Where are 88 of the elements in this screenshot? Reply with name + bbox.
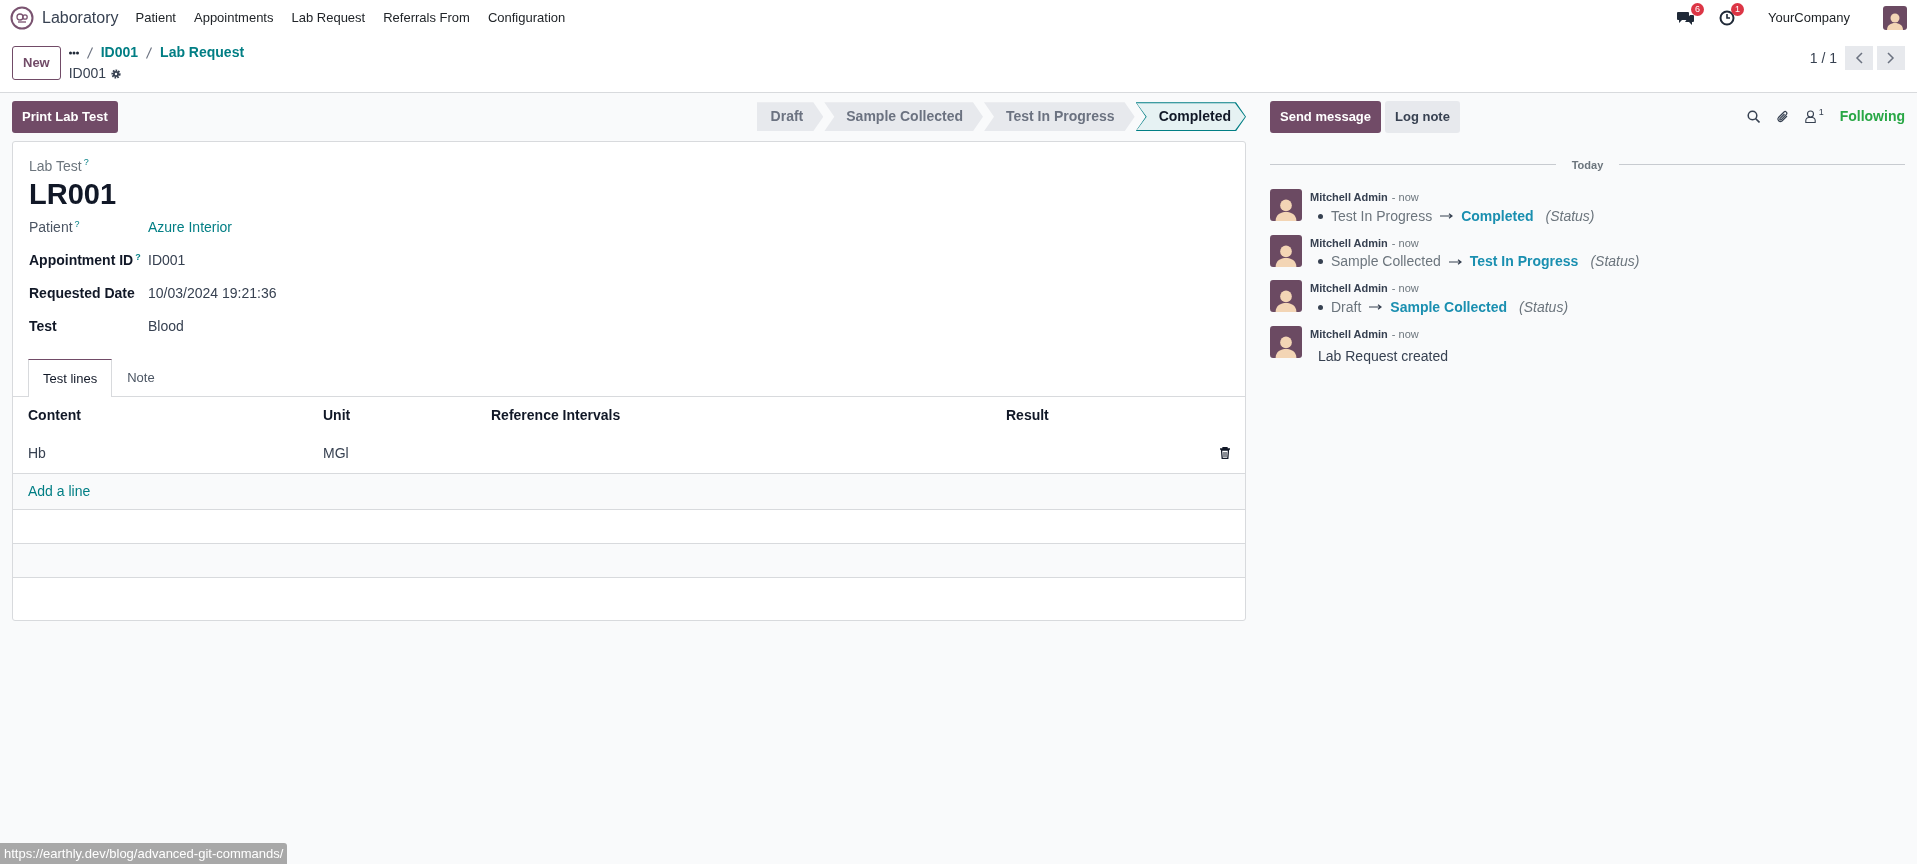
menu-item[interactable]: Configuration: [478, 8, 575, 28]
old-value: Draft: [1331, 297, 1362, 317]
activity-count-badge: 1: [1731, 3, 1745, 16]
add-line-link[interactable]: Add a line: [28, 482, 91, 499]
record-name: ID001: [68, 64, 107, 83]
author-name: Mitchell Admin: [1310, 190, 1388, 205]
author-name: Mitchell Admin: [1310, 326, 1388, 342]
message-time: - now: [1391, 235, 1419, 251]
breadcrumb-link[interactable]: Lab Request: [160, 42, 245, 63]
person-icon[interactable]: [1804, 110, 1816, 124]
date-separator: Today: [1571, 157, 1604, 173]
status-stage[interactable]: Sample Collected: [824, 102, 983, 132]
field-label: Requested Date: [29, 285, 135, 302]
new-value: Sample Collected: [1390, 297, 1508, 317]
ellipsis-icon[interactable]: [68, 50, 79, 55]
author-avatar: [1270, 234, 1302, 267]
right-arrow-icon: [1448, 258, 1462, 265]
field-value: ID001: [148, 251, 186, 271]
company-switcher[interactable]: YourCompany: [1759, 8, 1859, 28]
field-value: Blood: [148, 317, 184, 337]
log-note-button[interactable]: Log note: [1385, 101, 1460, 133]
field-link[interactable]: Azure Interior: [148, 217, 233, 239]
column-header: Reference Intervals: [490, 405, 622, 425]
menu-item[interactable]: Patient: [126, 8, 185, 28]
tracked-field: (Status): [1519, 296, 1569, 318]
bullet-icon: [1318, 259, 1323, 264]
app-name[interactable]: Laboratory: [42, 6, 119, 30]
chevron-left-icon: [1855, 52, 1863, 64]
field-label: Appointment ID: [29, 252, 134, 269]
status-stage[interactable]: Completed: [1135, 102, 1246, 132]
tracked-field: (Status): [1545, 205, 1595, 227]
author-avatar: [1270, 325, 1302, 358]
app-logo-icon[interactable]: [10, 6, 34, 30]
breadcrumb-link[interactable]: ID001: [100, 42, 139, 63]
column-header: Result: [1005, 405, 1050, 425]
print-button[interactable]: Print Lab Test: [12, 101, 118, 133]
bullet-icon: [1318, 213, 1323, 219]
slash-separator-icon: [146, 46, 153, 59]
message-time: - now: [1391, 190, 1419, 205]
tab[interactable]: Note: [112, 359, 170, 396]
chat-icon[interactable]: [1677, 10, 1696, 26]
menu-item[interactable]: Lab Request: [282, 8, 375, 28]
record-title: LR001: [29, 176, 118, 212]
user-avatar[interactable]: [1883, 6, 1907, 30]
new-value: Test In Progress: [1469, 252, 1579, 271]
author-name: Mitchell Admin: [1310, 235, 1388, 251]
author-name: Mitchell Admin: [1310, 281, 1388, 296]
right-arrow-icon: [1369, 304, 1383, 310]
right-arrow-icon: [1440, 213, 1454, 219]
tracked-field: (Status): [1590, 251, 1640, 272]
old-value: Sample Collected: [1331, 252, 1441, 271]
field-value: 10/03/2024 19:21:36: [148, 284, 277, 304]
message-body: Lab Request created: [1317, 347, 1448, 366]
follower-count: 1: [1818, 106, 1824, 120]
chevron-right-icon: [1887, 52, 1895, 64]
status-stage[interactable]: Draft: [756, 102, 824, 132]
message-time: - now: [1391, 281, 1419, 296]
search-icon[interactable]: [1746, 110, 1760, 124]
help-mark[interactable]: ?: [135, 251, 141, 262]
new-button[interactable]: New: [12, 46, 61, 80]
table-cell-text: MGl: [322, 443, 350, 463]
table-cell-text: Hb: [27, 443, 47, 463]
old-value: Test In Progress: [1331, 206, 1433, 226]
clock-icon[interactable]: [1719, 10, 1736, 26]
column-header: Content: [27, 405, 82, 425]
menu-item[interactable]: Referrals From: [374, 8, 479, 28]
pager-value: 1 / 1: [1809, 48, 1837, 68]
message-count-badge: 6: [1691, 3, 1705, 16]
status-stage[interactable]: Test In Progress: [984, 102, 1135, 132]
send-message-button[interactable]: Send message: [1270, 101, 1382, 133]
slash-separator-icon: [86, 46, 93, 59]
tab[interactable]: Test lines: [28, 359, 113, 397]
menu-item[interactable]: Appointments: [185, 8, 283, 28]
new-value: Completed: [1461, 206, 1534, 226]
help-mark[interactable]: ?: [74, 218, 80, 229]
field-label: Test: [29, 318, 57, 335]
author-avatar: [1270, 280, 1302, 312]
paperclip-icon[interactable]: [1775, 109, 1789, 124]
bullet-icon: [1318, 304, 1323, 310]
author-avatar: [1270, 189, 1302, 221]
trash-icon[interactable]: [1220, 447, 1230, 460]
field-label: Patient: [29, 219, 73, 236]
field-label: Lab Test: [29, 157, 82, 174]
gear-icon[interactable]: [110, 67, 123, 80]
help-mark[interactable]: ?: [83, 156, 89, 167]
message-time: - now: [1391, 326, 1419, 342]
status-url-tooltip: https://earthly.dev/blog/advanced-git-commands/: [0, 842, 288, 864]
column-header: Unit: [322, 405, 352, 425]
